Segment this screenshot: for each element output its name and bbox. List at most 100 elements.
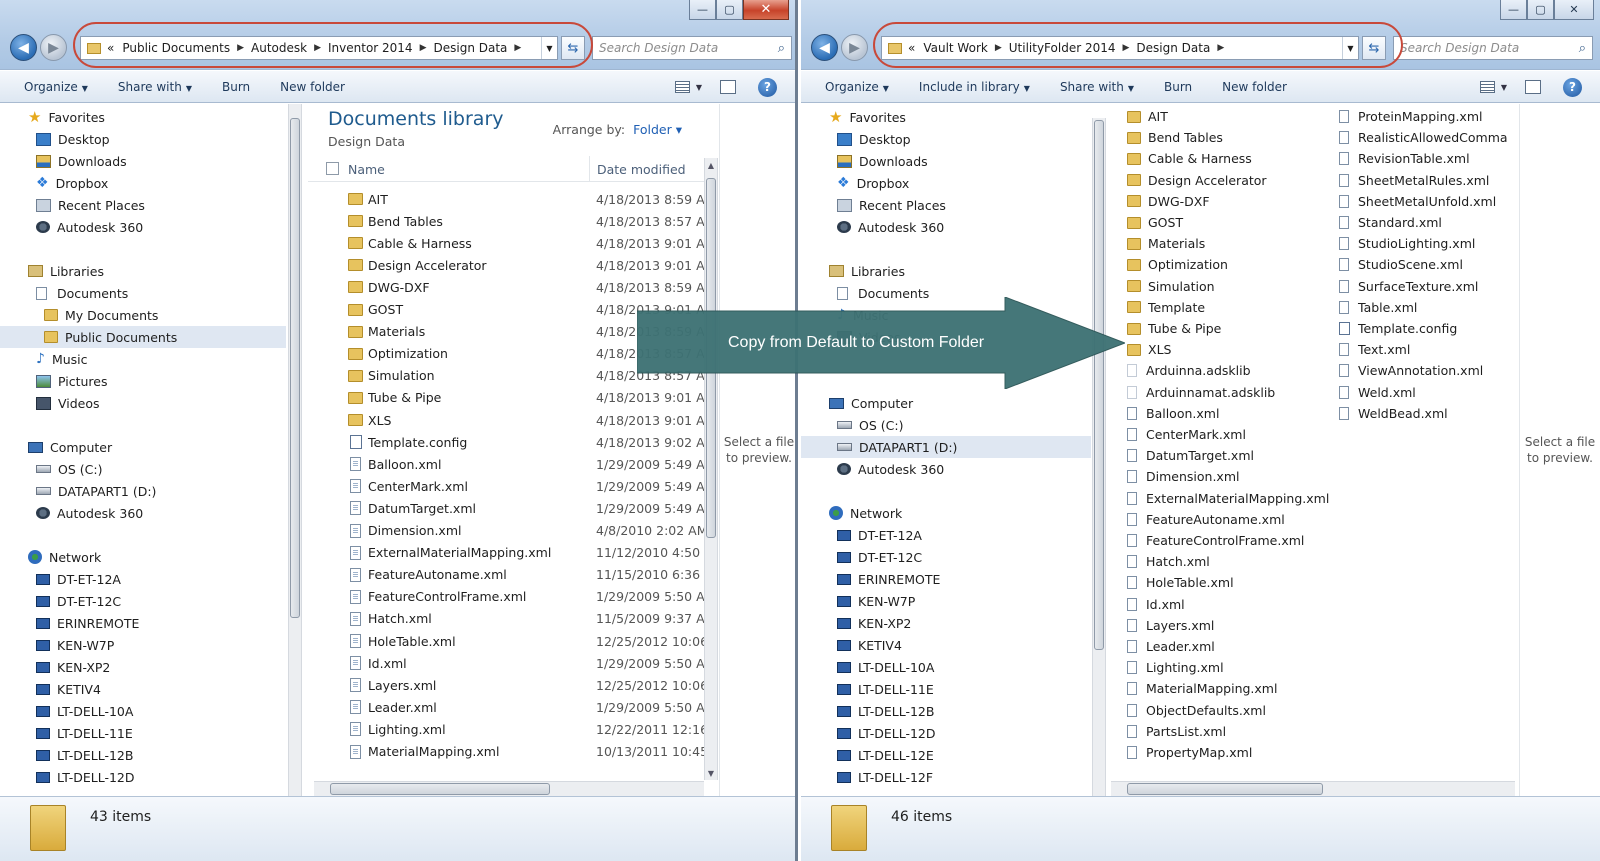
nav-item-autodesk-360[interactable]: Autodesk 360 xyxy=(801,216,1091,238)
burn-button[interactable]: Burn xyxy=(1164,80,1192,94)
table-row[interactable]: DatumTarget.xml 1/29/2009 5:49 AM xyxy=(308,497,715,519)
nav-item-network[interactable]: Network xyxy=(801,502,1091,524)
search-input[interactable]: Search Design Data ⌕ xyxy=(592,36,792,60)
list-item[interactable]: GOST xyxy=(1127,212,1183,233)
table-row[interactable]: XLS 4/18/2013 9:01 AM xyxy=(308,409,715,431)
nav-item-downloads[interactable]: Downloads xyxy=(0,150,286,172)
nav-item-public-documents[interactable]: Public Documents xyxy=(0,326,286,348)
scroll-thumb[interactable] xyxy=(290,118,300,618)
table-row[interactable]: Cable & Harness 4/18/2013 9:01 AM xyxy=(308,232,715,254)
nav-item-lt-dell-12d[interactable]: LT-DELL-12D xyxy=(801,722,1091,744)
burn-button[interactable]: Burn xyxy=(222,80,250,94)
organize-menu[interactable]: Organize ▼ xyxy=(825,80,889,94)
list-item[interactable]: DWG-DXF xyxy=(1127,191,1210,212)
nav-item-desktop[interactable]: Desktop xyxy=(801,128,1091,150)
nav-item-lt-dell-12f[interactable]: LT-DELL-12F xyxy=(801,766,1091,788)
table-row[interactable]: DWG-DXF 4/18/2013 8:59 AM xyxy=(308,276,715,298)
list-item[interactable]: StudioScene.xml xyxy=(1339,254,1463,275)
nav-item-erinremote[interactable]: ERINREMOTE xyxy=(0,612,286,634)
horizontal-scrollbar[interactable] xyxy=(314,781,704,796)
nav-item-ketiv4[interactable]: KETIV4 xyxy=(801,634,1091,656)
help-icon[interactable]: ? xyxy=(1563,77,1582,97)
back-button[interactable]: ◀ xyxy=(811,34,838,61)
maximize-button[interactable]: ▢ xyxy=(1527,0,1554,20)
table-row[interactable]: MaterialMapping.xml 10/13/2011 10:45 AM xyxy=(308,741,718,763)
nav-item-ken-w7p[interactable]: KEN-W7P xyxy=(801,590,1091,612)
list-item[interactable]: Dimension.xml xyxy=(1127,466,1239,487)
list-item[interactable]: HoleTable.xml xyxy=(1127,572,1234,593)
nav-item-recent-places[interactable]: Recent Places xyxy=(801,194,1091,216)
list-item[interactable]: Template xyxy=(1127,297,1205,318)
minimize-button[interactable]: — xyxy=(1500,0,1527,20)
table-row[interactable]: Id.xml 1/29/2009 5:50 AM xyxy=(308,652,715,674)
close-button[interactable]: ✕ xyxy=(743,0,789,20)
list-item[interactable]: AIT xyxy=(1127,106,1168,127)
forward-button[interactable]: ▶ xyxy=(40,34,67,61)
arrange-folder-link[interactable]: Folder ▾ xyxy=(633,122,682,137)
list-item[interactable]: PropertyMap.xml xyxy=(1127,742,1252,763)
nav-item-dt-et-12a[interactable]: DT-ET-12A xyxy=(0,568,286,590)
list-item[interactable]: Weld.xml xyxy=(1339,382,1416,403)
nav-item-videos[interactable]: Videos xyxy=(0,392,286,414)
list-item[interactable]: RevisionTable.xml xyxy=(1339,148,1470,169)
list-item[interactable]: StudioLighting.xml xyxy=(1339,233,1475,254)
nav-item-downloads[interactable]: Downloads xyxy=(801,150,1091,172)
nav-item-os-c[interactable]: OS (C:) xyxy=(801,414,1091,436)
list-item[interactable]: Text.xml xyxy=(1339,339,1410,360)
organize-menu[interactable]: Organize ▼ xyxy=(24,80,88,94)
share-with-menu[interactable]: Share with ▼ xyxy=(1060,80,1134,94)
nav-item-music[interactable]: ♪ Music xyxy=(0,348,286,370)
column-name[interactable]: Name xyxy=(348,162,385,177)
list-item[interactable]: Table.xml xyxy=(1339,297,1417,318)
nav-item-autodesk-360[interactable]: Autodesk 360 xyxy=(0,216,286,238)
nav-item-dt-et-12c[interactable]: DT-ET-12C xyxy=(0,590,286,612)
nav-item-libraries[interactable]: Libraries xyxy=(801,260,1091,282)
list-item[interactable]: FeatureControlFrame.xml xyxy=(1127,530,1304,551)
list-item[interactable]: MaterialMapping.xml xyxy=(1127,678,1277,699)
nav-item-ken-w7p[interactable]: KEN-W7P xyxy=(0,634,286,656)
table-row[interactable]: Template.config 4/18/2013 9:02 AM xyxy=(308,431,715,453)
list-item[interactable]: Lighting.xml xyxy=(1127,657,1224,678)
table-row[interactable]: Hatch.xml 11/5/2009 9:37 AM xyxy=(308,608,715,630)
list-item[interactable]: ObjectDefaults.xml xyxy=(1127,700,1266,721)
scroll-up-arrow[interactable]: ▲ xyxy=(705,158,717,172)
nav-item-autodesk-360[interactable]: Autodesk 360 xyxy=(801,458,1091,480)
list-item[interactable]: PartsList.xml xyxy=(1127,721,1226,742)
list-item[interactable]: Standard.xml xyxy=(1339,212,1442,233)
minimize-button[interactable]: — xyxy=(689,0,716,20)
help-icon[interactable]: ? xyxy=(758,77,777,97)
nav-item-libraries[interactable]: Libraries xyxy=(0,260,286,282)
close-button[interactable]: ✕ xyxy=(1554,0,1594,20)
table-row[interactable]: ExternalMaterialMapping.xml 11/12/2010 4:… xyxy=(308,542,718,564)
list-item[interactable]: DatumTarget.xml xyxy=(1127,445,1254,466)
search-input[interactable]: Search Design Data ⌕ xyxy=(1393,36,1593,60)
scroll-down-arrow[interactable]: ▼ xyxy=(705,766,717,780)
nav-item-network[interactable]: Network xyxy=(0,546,286,568)
table-row[interactable]: Dimension.xml 4/8/2010 2:02 AM xyxy=(308,520,708,542)
nav-item-documents[interactable]: Documents xyxy=(0,282,286,304)
nav-item-favorites[interactable]: ★ Favorites xyxy=(0,106,286,128)
list-item[interactable]: Arduinnamat.adsklib xyxy=(1127,382,1275,403)
nav-item-lt-dell-10a[interactable]: LT-DELL-10A xyxy=(0,700,286,722)
nav-item-pictures[interactable]: Pictures xyxy=(0,370,286,392)
list-item[interactable]: Template.config xyxy=(1339,318,1457,339)
list-item[interactable]: WeldBead.xml xyxy=(1339,403,1448,424)
h-scroll-thumb[interactable] xyxy=(330,783,550,795)
list-item[interactable]: Hatch.xml xyxy=(1127,551,1210,572)
nav-item-lt-dell-12e[interactable]: LT-DELL-12E xyxy=(801,744,1091,766)
table-row[interactable]: Design Accelerator 4/18/2013 9:01 AM xyxy=(308,254,715,276)
list-item[interactable]: Id.xml xyxy=(1127,594,1185,615)
nav-item-dropbox[interactable]: ❖ Dropbox xyxy=(801,172,1091,194)
view-options-icon[interactable] xyxy=(1479,81,1495,93)
h-scroll-thumb[interactable] xyxy=(1127,783,1323,795)
back-button[interactable]: ◀ xyxy=(10,34,37,61)
list-item[interactable]: ExternalMaterialMapping.xml xyxy=(1127,488,1329,509)
chevron-down-icon[interactable]: ▼ xyxy=(696,83,702,92)
nav-item-lt-dell-12d[interactable]: LT-DELL-12D xyxy=(0,766,286,788)
nav-item-lt-dell-11e[interactable]: LT-DELL-11E xyxy=(0,722,286,744)
list-item[interactable]: Cable & Harness xyxy=(1127,148,1252,169)
table-row[interactable]: Bend Tables 4/18/2013 8:57 AM xyxy=(308,210,715,232)
list-item[interactable]: XLS xyxy=(1127,339,1171,360)
list-item[interactable]: SurfaceTexture.xml xyxy=(1339,276,1478,297)
nav-item-datapart1-d[interactable]: DATAPART1 (D:) xyxy=(0,480,286,502)
